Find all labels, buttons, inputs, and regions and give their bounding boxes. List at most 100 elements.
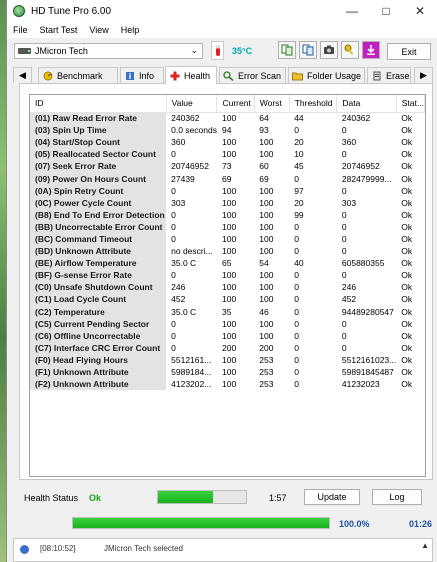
column-header[interactable]: Data — [336, 95, 397, 113]
save-download-icon[interactable] — [362, 41, 380, 59]
attribute-cell: 0 — [294, 379, 299, 390]
attribute-cell: 0 — [294, 354, 299, 365]
attribute-name: (04) Start/Stop Count — [30, 136, 167, 149]
tab-info[interactable]: Info — [120, 67, 164, 83]
table-row[interactable]: (B8) End To End Error Detection 0 100 100 99… — [30, 208, 425, 221]
table-row[interactable]: (F2) Unknown Attribute 4123202... 100 253 0 4… — [30, 378, 425, 391]
attribute-cell: Ok — [401, 209, 413, 220]
attribute-cell: 452 — [171, 294, 186, 305]
tab-erase[interactable]: Erase — [367, 67, 411, 83]
attribute-name: (F1) Unknown Attribute — [30, 365, 167, 379]
tab-scroll-right[interactable]: ▶ — [414, 67, 433, 83]
column-header[interactable]: Value — [166, 95, 218, 113]
attribute-cell: 253 — [259, 367, 274, 378]
folder-icon — [292, 70, 303, 81]
attribute-cell: 303 — [171, 197, 186, 208]
tab-health[interactable]: Health — [165, 66, 217, 84]
attribute-cell: 0 — [171, 330, 176, 341]
table-row[interactable]: (BF) G-sense Error Rate 0 100 100 0 0 Ok — [30, 269, 425, 282]
table-row[interactable]: (C0) Unsafe Shutdown Count 246 100 100 0 246 O… — [30, 281, 425, 294]
column-header[interactable]: Current — [216, 95, 255, 113]
copy-all-icon[interactable] — [299, 41, 317, 59]
table-row[interactable]: (C5) Current Pending Sector 0 100 100 0 0 Ok — [30, 317, 425, 330]
attribute-cell: Ok — [401, 306, 413, 317]
attribute-cell: Ok — [401, 185, 413, 196]
attribute-cell: 45 — [294, 161, 304, 172]
camera-icon[interactable] — [320, 41, 338, 59]
attribute-cell: 0 — [341, 125, 347, 136]
tab-folder-usage[interactable]: Folder Usage — [288, 67, 365, 83]
attribute-cell: 0.0 seconds — [171, 125, 217, 136]
table-row[interactable]: (F1) Unknown Attribute 5989184... 100 253 0 5… — [30, 365, 425, 379]
log-button[interactable]: Log — [372, 489, 422, 505]
log-panel[interactable]: [08:10:52] JMicron Tech selected ▲ — [13, 538, 433, 562]
health-cross-icon — [169, 70, 180, 81]
table-row[interactable]: (0C) Power Cycle Count 303 100 100 20 303 Ok — [30, 196, 425, 209]
toolbar: JMicron Tech ⌄ 35°C Exit — [7, 38, 437, 66]
update-button[interactable]: Update — [304, 489, 360, 505]
tab-benchmark[interactable]: Benchmark — [38, 67, 118, 83]
table-row[interactable]: (C1) Load Cycle Count 452 100 100 0 452 Ok — [30, 293, 425, 306]
attribute-name: (C5) Current Pending Sector — [30, 317, 167, 330]
table-row[interactable]: (C7) Interface CRC Error Count 0 200 200 0 0 O… — [30, 341, 425, 354]
attribute-cell: 69 — [259, 173, 269, 184]
column-header[interactable]: Stat... — [396, 95, 425, 113]
attribute-cell: 35.0 C — [171, 258, 197, 269]
error-scan-icon — [223, 70, 234, 81]
table-row[interactable]: (04) Start/Stop Count 360 100 100 20 360 Ok — [30, 136, 425, 149]
attribute-cell: 246 — [171, 282, 186, 293]
attribute-cell: 100 — [221, 137, 237, 148]
attribute-cell: Ok — [401, 294, 413, 305]
attribute-cell: 200 — [259, 342, 274, 353]
column-header[interactable]: ID — [30, 95, 167, 113]
attribute-cell: Ok — [401, 125, 413, 136]
maximize-button[interactable]: □ — [369, 0, 403, 22]
attribute-cell: 0 — [294, 294, 299, 305]
drive-name: JMicron Tech — [35, 46, 88, 56]
table-row[interactable]: (03) Spin Up Time 0.0 seconds 94 93 0 0 Ok — [30, 124, 425, 137]
menu-view[interactable]: View — [83, 25, 114, 35]
close-button[interactable]: ✕ — [403, 0, 437, 22]
tab-scroll-left[interactable]: ◀ — [13, 67, 32, 83]
table-row[interactable]: (BD) Unknown Attribute no descri... 100 100… — [30, 245, 425, 258]
menu-file[interactable]: File — [7, 25, 34, 35]
attribute-cell: 253 — [259, 379, 274, 390]
attribute-cell: 100 — [221, 282, 237, 293]
table-row[interactable]: (BC) Command Timeout 0 100 100 0 0 Ok — [30, 232, 425, 246]
options-key-icon[interactable] — [341, 41, 359, 59]
copy-info-icon[interactable] — [278, 41, 296, 59]
hard-drive-icon — [18, 48, 31, 54]
column-header[interactable]: Threshold — [289, 95, 338, 113]
menu-help[interactable]: Help — [115, 25, 146, 35]
drive-select[interactable]: JMicron Tech ⌄ — [14, 43, 203, 59]
attribute-cell: 40 — [294, 258, 304, 269]
table-row[interactable]: (F0) Head Flying Hours 5512161... 100 253 0 5… — [30, 353, 425, 366]
table-row[interactable]: (07) Seek Error Rate 20746952 73 60 45 207469… — [30, 160, 425, 173]
table-row[interactable]: (BB) Uncorrectable Error Count 0 100 100 0 0 O… — [30, 220, 425, 233]
tab-error-scan[interactable]: Error Scan — [219, 67, 286, 83]
table-row[interactable]: (BE) Airflow Temperature 35.0 C 65 54 40 6058… — [30, 257, 425, 270]
table-row[interactable]: (09) Power On Hours Count 27439 69 69 0 28247… — [30, 172, 425, 185]
menu-start-test[interactable]: Start Test — [34, 25, 84, 35]
attribute-cell: 94489280547 — [341, 306, 394, 317]
attribute-name: (F2) Unknown Attribute — [30, 378, 167, 391]
attribute-cell: 605880355 — [341, 258, 385, 269]
table-row[interactable]: (C6) Offline Uncorrectable 0 100 100 0 0 Ok — [30, 329, 425, 342]
attribute-cell: 0 — [171, 209, 176, 220]
table-row[interactable]: (05) Reallocated Sector Count 0 100 100 10 0 O… — [30, 148, 425, 161]
attribute-cell: 100 — [221, 294, 237, 305]
table-row[interactable]: (C2) Temperature 35.0 C 35 46 0 94489280547 Ok — [30, 305, 425, 318]
attribute-cell: 0 — [294, 125, 299, 136]
app-logo-icon — [13, 5, 25, 17]
scroll-up-icon[interactable]: ▲ — [421, 541, 429, 550]
table-row[interactable]: (01) Raw Read Error Rate 240362 100 64 44 240… — [30, 112, 425, 125]
table-row[interactable]: (0A) Spin Retry Count 0 100 100 97 0 Ok — [30, 184, 425, 197]
column-header[interactable]: Worst — [254, 95, 290, 113]
minimize-button[interactable]: — — [335, 0, 369, 22]
attribute-cell: 20 — [294, 137, 304, 148]
attribute-cell: 100 — [221, 379, 237, 390]
smart-attributes-table[interactable]: ID Value Current Worst Threshold Data St… — [29, 94, 426, 477]
exit-button[interactable]: Exit — [387, 43, 431, 60]
attribute-name: (0A) Spin Retry Count — [30, 184, 167, 197]
attribute-cell: 100 — [259, 221, 274, 232]
